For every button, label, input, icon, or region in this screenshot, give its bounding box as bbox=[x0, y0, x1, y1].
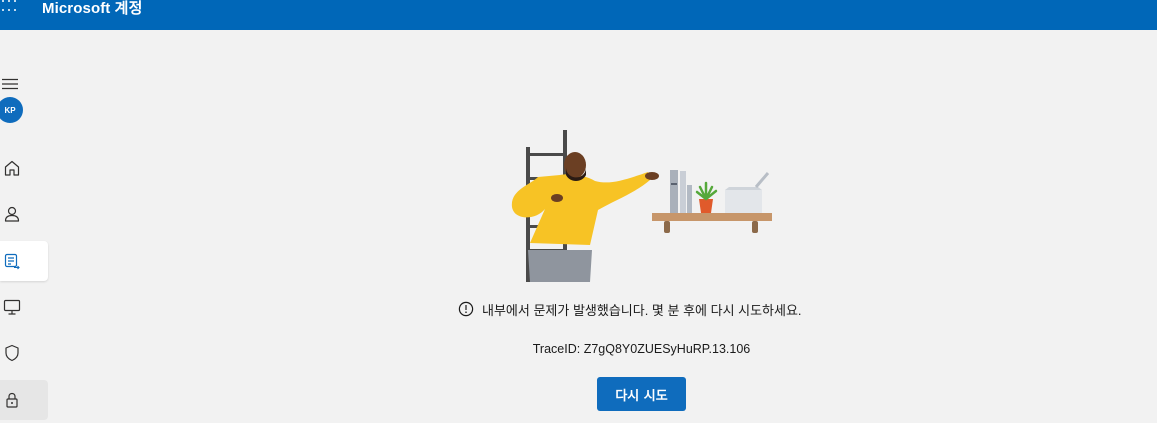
sidebar: KP bbox=[0, 30, 52, 423]
subscriptions-icon bbox=[4, 253, 20, 270]
shelf-illustration bbox=[652, 170, 772, 233]
error-message-text: 내부에서 문제가 발생했습니다. 몇 분 후에 다시 시도하세요. bbox=[482, 302, 802, 318]
app-title[interactable]: Microsoft 계정 bbox=[42, 0, 142, 18]
error-illustration bbox=[511, 130, 772, 282]
sidebar-item-subscriptions[interactable] bbox=[0, 241, 48, 281]
sidebar-item-home[interactable] bbox=[0, 148, 48, 188]
trace-id: TraceID: Z7gQ8Y0ZUESyHuRP.13.106 bbox=[532, 342, 751, 356]
app-launcher-icon[interactable] bbox=[2, 0, 20, 14]
error-message: 내부에서 문제가 발생했습니다. 몇 분 후에 다시 시도하세요. bbox=[458, 298, 802, 320]
menu-icon[interactable] bbox=[2, 77, 18, 95]
retry-button[interactable]: 다시 시도 bbox=[597, 377, 686, 411]
person-illustration bbox=[511, 152, 659, 282]
person-icon bbox=[4, 206, 20, 222]
monitor-icon bbox=[3, 299, 21, 315]
sidebar-item-privacy[interactable] bbox=[0, 380, 48, 420]
sidebar-item-devices[interactable] bbox=[0, 287, 48, 327]
lock-icon bbox=[6, 392, 18, 408]
avatar[interactable]: KP bbox=[0, 97, 23, 123]
sidebar-item-profile[interactable] bbox=[0, 194, 48, 234]
home-icon bbox=[4, 160, 20, 176]
top-bar: Microsoft 계정 bbox=[0, 0, 1157, 30]
info-icon bbox=[458, 301, 474, 317]
